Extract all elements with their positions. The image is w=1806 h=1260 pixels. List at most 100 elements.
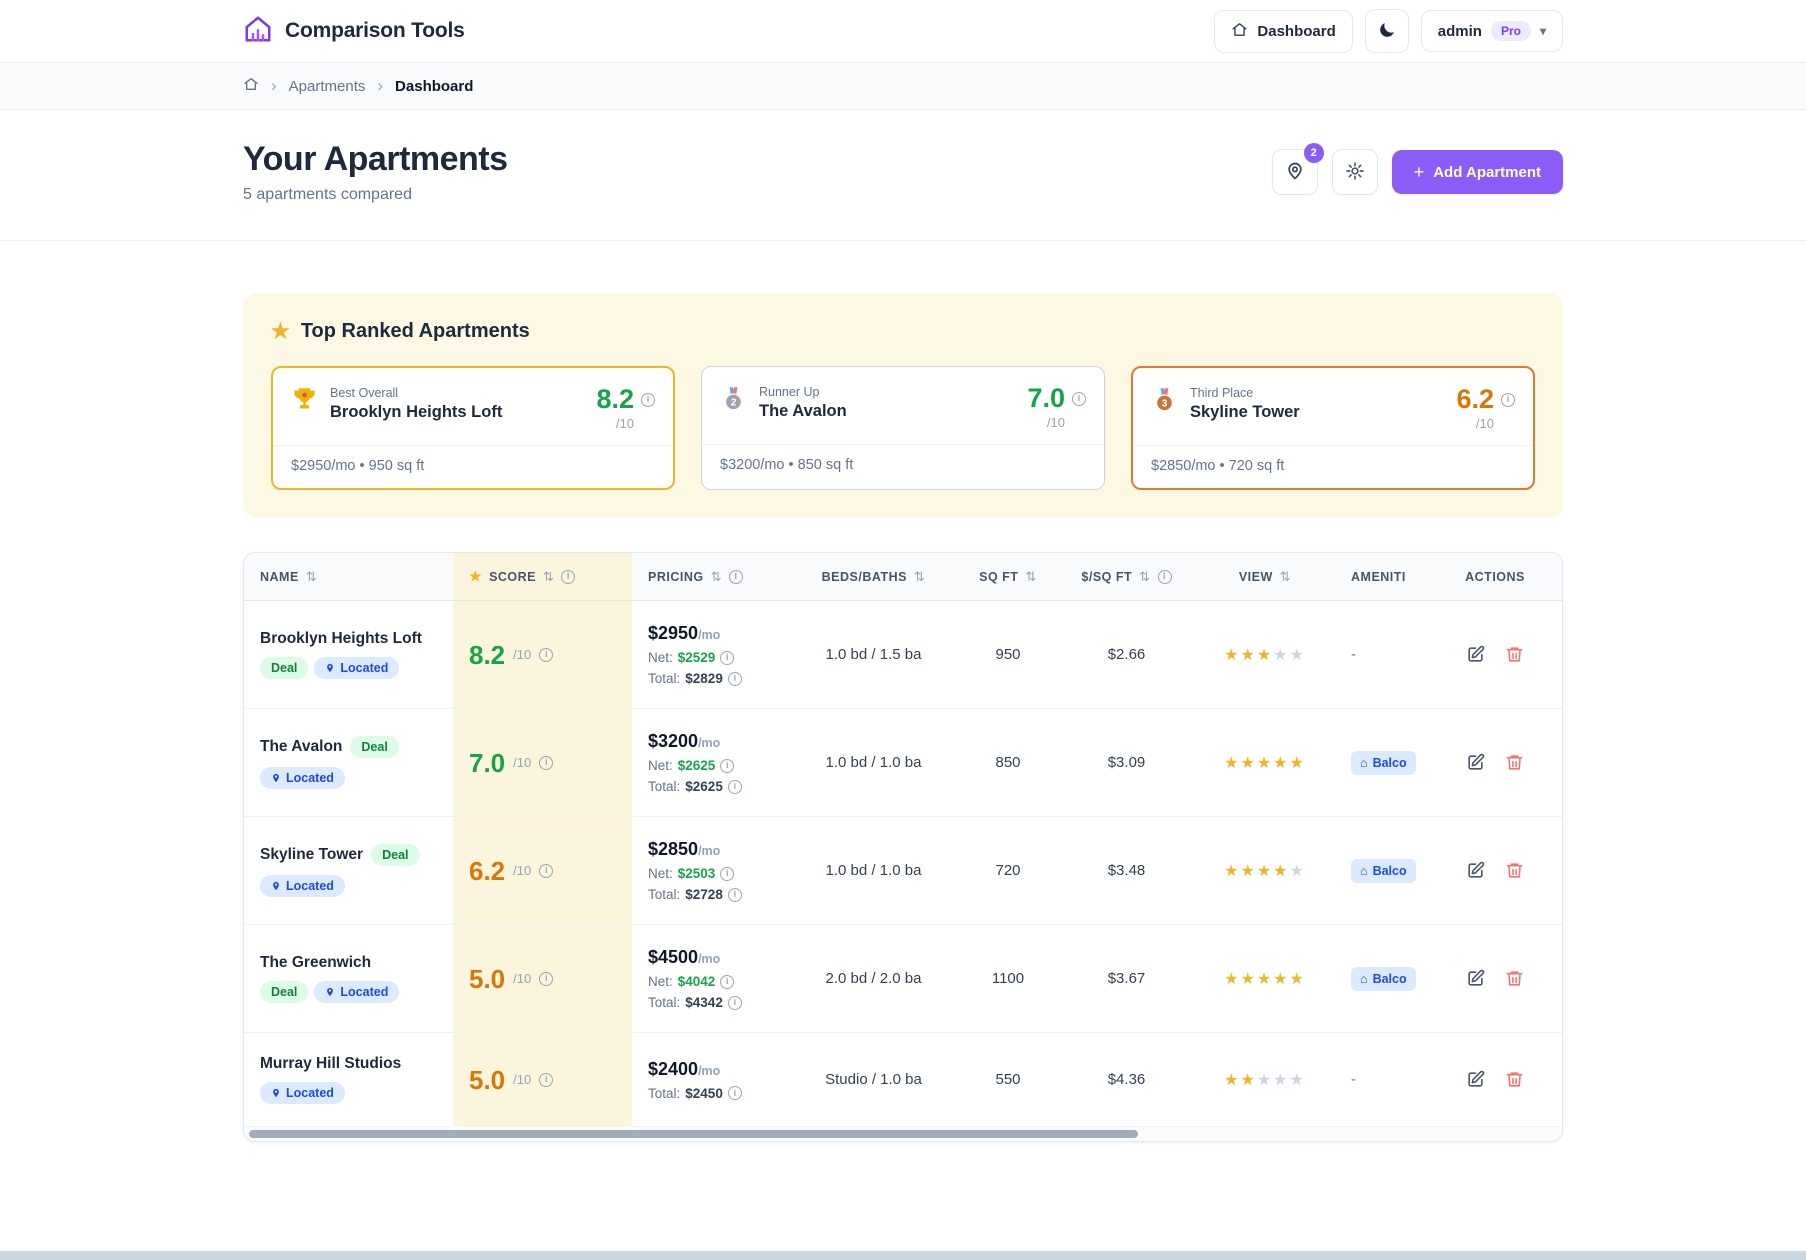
name-cell: Brooklyn Heights Loft Deal Located <box>244 601 453 709</box>
score-cell: 7.0 /10 i <box>453 709 632 817</box>
info-icon[interactable]: i <box>561 570 575 584</box>
scrollbar-thumb[interactable] <box>249 1130 1138 1138</box>
info-icon[interactable]: i <box>720 759 734 773</box>
top-bar: Comparison Tools Dashboard admin Pro ▾ <box>0 0 1806 63</box>
info-icon[interactable]: i <box>728 780 742 794</box>
info-icon[interactable]: i <box>720 867 734 881</box>
info-icon[interactable]: i <box>728 672 742 686</box>
edit-button[interactable] <box>1466 861 1485 880</box>
sort-icon[interactable]: ⇅ <box>1025 569 1036 585</box>
info-icon[interactable]: i <box>539 756 553 770</box>
info-icon[interactable]: i <box>641 393 655 407</box>
sort-icon[interactable]: ⇅ <box>711 569 722 585</box>
sort-icon[interactable]: ⇅ <box>1280 569 1291 585</box>
located-badge: Located <box>260 767 345 789</box>
trash-icon <box>1505 1070 1524 1089</box>
score-cell: 5.0 /10 i <box>453 925 632 1033</box>
top-ranked-title: Top Ranked Apartments <box>301 320 530 343</box>
rank-card-runner-up[interactable]: 2 Runner Up The Avalon 7.0 i /10 $3200 <box>701 366 1105 490</box>
add-apartment-button[interactable]: + Add Apartment <box>1392 150 1563 194</box>
pin-icon <box>325 663 335 673</box>
column-label: View <box>1239 570 1273 584</box>
star-rating: ★★★★★ <box>1224 1072 1306 1089</box>
silver-medal-icon: 2 <box>720 385 747 417</box>
info-icon[interactable]: i <box>720 975 734 989</box>
settings-button[interactable] <box>1332 149 1378 195</box>
delete-button[interactable] <box>1505 861 1524 880</box>
column-header-name[interactable]: Name ⇅ <box>244 553 453 601</box>
info-icon[interactable]: i <box>539 1073 553 1087</box>
name-cell: The Avalon Deal Located <box>244 709 453 817</box>
breadcrumb-home-icon[interactable] <box>243 76 259 96</box>
edit-button[interactable] <box>1466 645 1485 664</box>
sort-icon[interactable]: ⇅ <box>306 569 317 585</box>
trash-icon <box>1505 645 1524 664</box>
star-rating: ★★★★★ <box>1224 647 1306 664</box>
info-icon[interactable]: i <box>539 864 553 878</box>
pro-badge: Pro <box>1491 21 1531 41</box>
delete-button[interactable] <box>1505 1070 1524 1089</box>
trash-icon <box>1505 969 1524 988</box>
star-rating: ★★★★★ <box>1224 971 1306 988</box>
edit-button[interactable] <box>1466 1070 1485 1089</box>
horizontal-scrollbar[interactable] <box>244 1126 1562 1141</box>
rank-card-best-overall[interactable]: Best Overall Brooklyn Heights Loft 8.2 i… <box>271 366 675 490</box>
trophy-icon <box>291 386 318 418</box>
apartment-name: The Avalon <box>759 402 1015 421</box>
dashboard-button[interactable]: Dashboard <box>1214 10 1352 53</box>
amenities-cell: ⌂ Balco <box>1335 925 1428 1033</box>
score-value: 5.0 <box>469 1067 505 1093</box>
column-header-price-per-sqft[interactable]: $/Sq Ft ⇅ i <box>1058 553 1195 601</box>
gear-icon <box>1345 161 1365 184</box>
delete-button[interactable] <box>1505 645 1524 664</box>
score-value: 7.0 <box>1027 385 1065 412</box>
trash-icon <box>1505 861 1524 880</box>
star-rating: ★★★★★ <box>1224 755 1306 772</box>
column-header-beds-baths[interactable]: Beds/Baths ⇅ <box>789 553 958 601</box>
column-header-score[interactable]: ★ Score ⇅ i <box>453 553 632 601</box>
info-icon[interactable]: i <box>720 651 734 665</box>
info-icon[interactable]: i <box>728 1086 742 1100</box>
sort-icon[interactable]: ⇅ <box>543 569 554 585</box>
pin-icon <box>325 987 335 997</box>
sort-icon[interactable]: ⇅ <box>1139 569 1150 585</box>
beds-baths-cell: 1.0 bd / 1.0 ba <box>789 817 958 925</box>
info-icon[interactable]: i <box>728 888 742 902</box>
name-cell: The Greenwich Deal Located <box>244 925 453 1033</box>
column-header-amenities[interactable]: Ameniti <box>1335 553 1428 601</box>
breadcrumb-dashboard: Dashboard <box>395 78 473 95</box>
info-icon[interactable]: i <box>728 996 742 1010</box>
info-icon[interactable]: i <box>729 570 743 584</box>
dark-mode-toggle[interactable] <box>1365 9 1409 53</box>
delete-button[interactable] <box>1505 753 1524 772</box>
info-icon[interactable]: i <box>1501 393 1515 407</box>
rank-card-third-place[interactable]: 3 Third Place Skyline Tower 6.2 i /10 <box>1131 366 1535 490</box>
edit-button[interactable] <box>1466 753 1485 772</box>
column-header-view[interactable]: View ⇅ <box>1195 553 1335 601</box>
amenities-cell: - <box>1335 1033 1428 1127</box>
info-icon[interactable]: i <box>539 648 553 662</box>
user-menu[interactable]: admin Pro ▾ <box>1421 10 1563 52</box>
page-header: Your Apartments 5 apartments compared 2 <box>0 110 1806 241</box>
column-label: Pricing <box>648 570 704 584</box>
beds-baths-cell: Studio / 1.0 ba <box>789 1033 958 1127</box>
edit-button[interactable] <box>1466 969 1485 988</box>
plus-icon: + <box>1414 163 1425 181</box>
breadcrumb-apartments[interactable]: Apartments <box>289 78 366 95</box>
house-icon: ⌂ <box>1360 864 1368 878</box>
sort-icon[interactable]: ⇅ <box>914 569 925 585</box>
delete-button[interactable] <box>1505 969 1524 988</box>
column-header-pricing[interactable]: Pricing ⇅ i <box>632 553 789 601</box>
info-icon[interactable]: i <box>1072 392 1086 406</box>
info-icon[interactable]: i <box>1158 570 1172 584</box>
price: $3200 <box>648 731 698 751</box>
map-view-button[interactable]: 2 <box>1272 149 1318 195</box>
column-header-sq-ft[interactable]: Sq Ft ⇅ <box>958 553 1058 601</box>
apartment-name: The Avalon <box>260 738 342 756</box>
apartment-name: Brooklyn Heights Loft <box>330 403 584 422</box>
table-row: Brooklyn Heights Loft Deal Located 8.2 <box>244 601 1562 709</box>
score-cell: 5.0 /10 i <box>453 1033 632 1127</box>
page-title: Your Apartments <box>243 140 508 179</box>
table-row: The Avalon Deal Located 7.0 <box>244 709 1562 817</box>
info-icon[interactable]: i <box>539 972 553 986</box>
